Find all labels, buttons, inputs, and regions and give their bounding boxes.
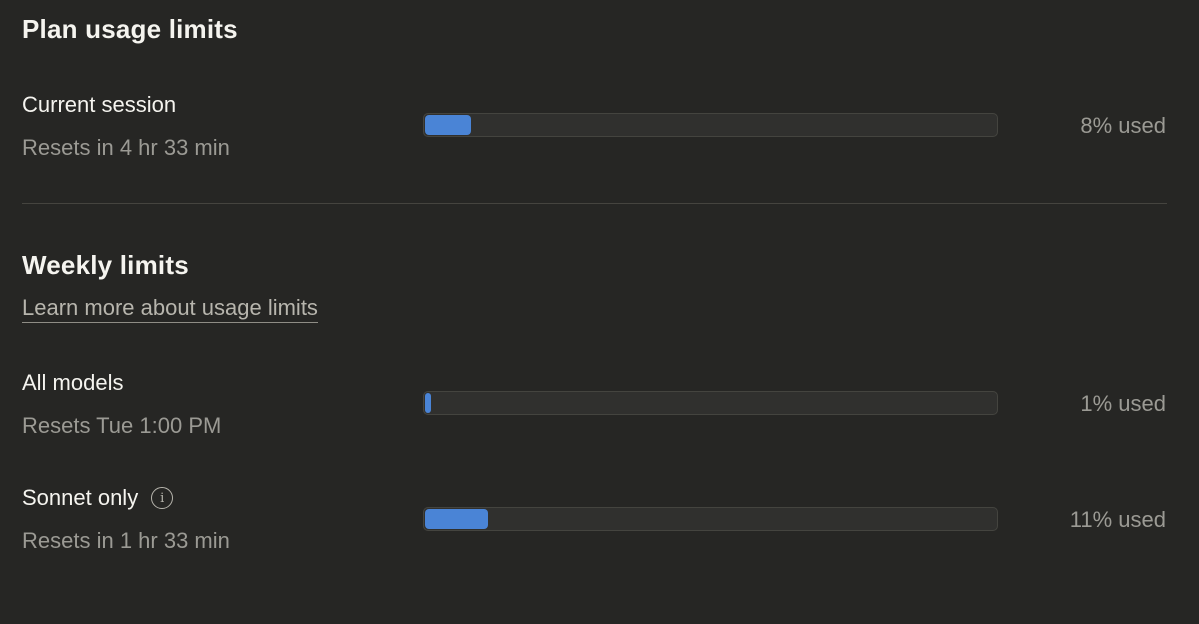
section-divider bbox=[22, 203, 1167, 204]
sonnet-only-progress-bar bbox=[423, 507, 998, 531]
all-models-label: All models bbox=[22, 370, 124, 395]
sonnet-only-usage-value: 11% used bbox=[1069, 507, 1166, 532]
sonnet-only-label-wrap: Sonnet only i bbox=[22, 485, 174, 511]
sonnet-only-progress-fill bbox=[425, 509, 488, 529]
sonnet-only-label: Sonnet only bbox=[22, 485, 139, 510]
sonnet-only-row: Sonnet only i Resets in 1 hr 33 min 11% … bbox=[0, 485, 1199, 565]
sonnet-only-reset: Resets in 1 hr 33 min bbox=[22, 528, 230, 553]
all-models-progress-bar bbox=[423, 391, 998, 415]
current-session-progress-fill bbox=[425, 115, 471, 135]
plan-usage-title: Plan usage limits bbox=[22, 14, 238, 44]
info-icon[interactable]: i bbox=[151, 487, 174, 509]
current-session-usage-value: 8% used bbox=[1080, 113, 1166, 138]
current-session-label: Current session bbox=[22, 92, 177, 117]
learn-more-link[interactable]: Learn more about usage limits bbox=[22, 295, 318, 323]
all-models-progress-fill bbox=[425, 393, 431, 413]
usage-limits-panel: Plan usage limits Current session Resets… bbox=[0, 0, 1199, 624]
all-models-row: All models Resets Tue 1:00 PM 1% used bbox=[0, 370, 1199, 450]
all-models-usage-value: 1% used bbox=[1080, 391, 1166, 416]
current-session-row: Current session Resets in 4 hr 33 min 8%… bbox=[0, 92, 1199, 172]
current-session-reset: Resets in 4 hr 33 min bbox=[22, 135, 230, 160]
weekly-limits-title: Weekly limits bbox=[22, 250, 189, 280]
current-session-progress-bar bbox=[423, 113, 998, 137]
all-models-reset: Resets Tue 1:00 PM bbox=[22, 413, 222, 438]
